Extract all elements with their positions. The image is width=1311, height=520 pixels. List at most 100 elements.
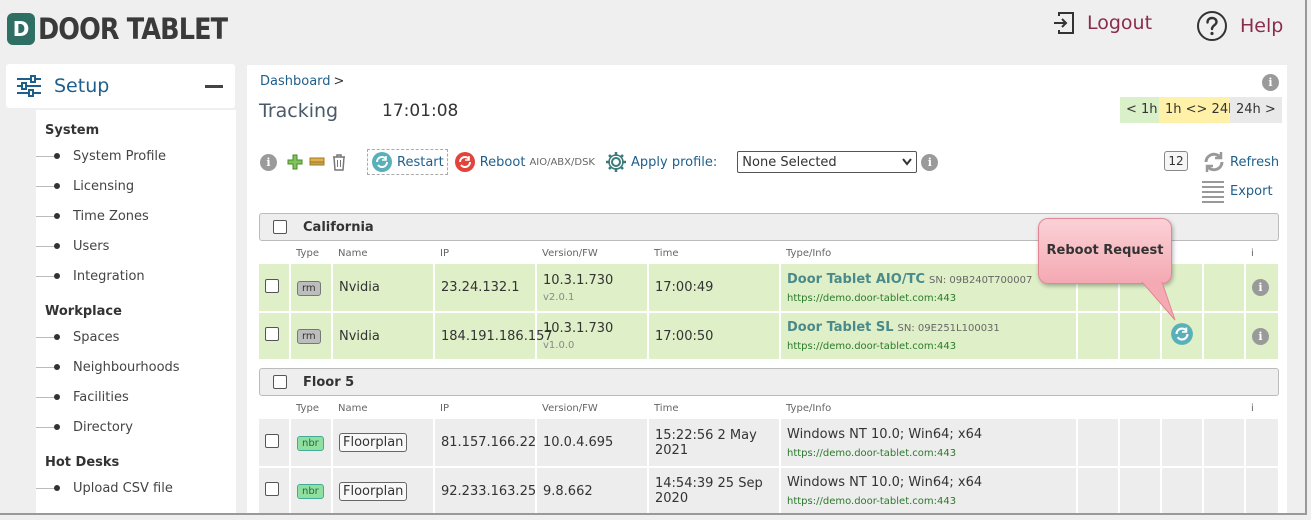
restart-icon <box>372 152 392 172</box>
row-checkbox[interactable] <box>265 433 279 448</box>
collapse-icon[interactable] <box>205 85 223 88</box>
sidebar-item-integration[interactable]: Integration <box>36 265 145 287</box>
logout-label: Logout <box>1087 12 1153 34</box>
app-window: D DOOR TABLET Logout Help Setup System S… <box>0 0 1307 515</box>
info-icon[interactable]: i <box>1262 74 1279 91</box>
refresh-button[interactable]: Refresh <box>1202 150 1279 174</box>
reboot-button[interactable]: Reboot AIO/ABX/DSK <box>454 151 595 173</box>
sidebar-item-directory[interactable]: Directory <box>36 416 133 438</box>
breadcrumb-dashboard[interactable]: Dashboard <box>260 74 331 89</box>
help-link[interactable]: Help <box>1196 10 1283 42</box>
sidebar: Setup System System Profile Licensing Ti… <box>0 62 240 513</box>
device-url[interactable]: https://demo.door-tablet.com:443 <box>787 293 1075 304</box>
device-time: 15:22:56 2 May 2021 <box>648 419 781 468</box>
toolbar-info-icon[interactable]: i <box>260 153 277 171</box>
device-os: Windows NT 10.0; Win64; x64 <box>787 475 983 490</box>
restart-button[interactable]: Restart <box>367 149 448 175</box>
callout-pointer <box>1141 282 1176 321</box>
toolbar: i Restart Reboot AIO/ABX/DSK Apply profi… <box>260 149 939 175</box>
range-under-1h[interactable]: < 1h <box>1120 97 1164 123</box>
section-hot-desks: Hot Desks <box>45 455 120 470</box>
row-info-icon[interactable]: i <box>1252 279 1269 296</box>
device-version: 10.0.4.695 <box>536 419 649 468</box>
device-model[interactable]: Door Tablet SL <box>787 320 894 335</box>
sidebar-item-facilities[interactable]: Facilities <box>36 386 129 408</box>
add-icon[interactable] <box>287 154 303 170</box>
logo-text: DOOR TABLET <box>38 12 228 46</box>
range-over-24h[interactable]: 24h > <box>1230 97 1282 123</box>
breadcrumb-separator: > <box>333 74 345 89</box>
group-checkbox[interactable] <box>273 220 287 234</box>
group-checkbox[interactable] <box>273 375 287 389</box>
device-fw: v1.0.0 <box>543 340 575 351</box>
trash-icon[interactable] <box>331 153 347 171</box>
group-header-floor-5[interactable]: Floor 5 <box>259 368 1279 396</box>
sidebar-item-spaces[interactable]: Spaces <box>36 326 119 348</box>
page-title: Tracking <box>259 100 339 122</box>
group-name: Floor 5 <box>303 374 355 390</box>
export-button[interactable]: Export <box>1202 179 1273 203</box>
device-url[interactable]: https://demo.door-tablet.com:443 <box>787 496 1075 507</box>
profile-info-icon[interactable]: i <box>921 153 939 171</box>
device-time: 14:54:39 25 Sep 2020 <box>648 467 781 513</box>
device-os: Windows NT 10.0; Win64; x64 <box>787 426 983 442</box>
refresh-icon <box>1204 152 1224 172</box>
device-fw: v2.0.1 <box>543 291 575 303</box>
type-badge: rm <box>297 280 321 296</box>
row-checkbox[interactable] <box>265 327 279 341</box>
sidebar-item-licensing[interactable]: Licensing <box>36 175 134 197</box>
device-ip: 184.191.186.157 <box>434 312 553 361</box>
sidebar-item-neighbourhoods[interactable]: Neighbourhoods <box>36 356 180 378</box>
sidebar-item-time-zones[interactable]: Time Zones <box>36 205 149 227</box>
device-count-badge: 12 <box>1164 151 1188 171</box>
group-name: California <box>303 219 374 235</box>
table-header: Type Name IP Version/FW Time Type/Info i <box>296 402 1254 414</box>
apply-profile-button[interactable]: Apply profile: <box>605 151 717 173</box>
device-table-floor-5: Type Name IP Version/FW Time Type/Info i nbr… <box>259 397 1280 513</box>
tag-icon[interactable] <box>309 156 325 168</box>
row-info-icon[interactable]: i <box>1252 327 1269 345</box>
sidebar-item-users[interactable]: Users <box>36 235 109 257</box>
device-ip: 23.24.132.1 <box>434 264 537 313</box>
device-name: Nvidia <box>332 312 435 361</box>
table-row[interactable]: rm Nvidia 184.191.186.157 10.3.1.730 v1.0… <box>259 312 1280 361</box>
clock: 17:01:08 <box>382 101 459 121</box>
device-name: Nvidia <box>332 264 435 313</box>
breadcrumb: Dashboard > <box>260 74 344 89</box>
device-name[interactable]: Floorplan <box>339 481 408 501</box>
reboot-request-icon[interactable] <box>1170 322 1194 346</box>
section-system: System <box>45 123 100 138</box>
device-time: 17:00:50 <box>648 312 781 361</box>
logout-icon <box>1054 12 1074 34</box>
type-badge: nbr <box>297 484 324 499</box>
logo-mark: D <box>7 13 35 45</box>
device-url[interactable]: https://demo.door-tablet.com:443 <box>787 448 1075 459</box>
export-icon <box>1202 181 1224 203</box>
profile-select[interactable]: None Selected <box>737 151 918 173</box>
device-version: 10.3.1.730 <box>543 321 614 336</box>
row-checkbox[interactable] <box>265 482 279 496</box>
device-model[interactable]: Door Tablet AIO/TC <box>787 272 925 287</box>
sidebar-item-system-profile[interactable]: System Profile <box>36 145 166 167</box>
device-url[interactable]: https://demo.door-tablet.com:443 <box>787 341 1075 352</box>
logout-link[interactable]: Logout <box>1053 10 1152 36</box>
main-panel: Dashboard > Tracking 17:01:08 i < 1h 1h <… <box>247 65 1287 513</box>
type-badge: nbr <box>297 435 324 451</box>
device-ip: 92.233.163.25 <box>434 467 537 513</box>
reboot-request-callout: Reboot Request <box>1038 218 1172 284</box>
table-row[interactable]: nbr Floorplan 92.233.163.25 9.8.662 14:5… <box>259 467 1280 513</box>
sliders-icon <box>17 75 41 97</box>
device-serial: SN: 09B240T700007 <box>928 274 1033 286</box>
device-name[interactable]: Floorplan <box>339 433 408 452</box>
sidebar-item-upload-csv[interactable]: Upload CSV file <box>36 477 173 499</box>
chevron-down-icon <box>902 158 913 166</box>
help-icon <box>1197 11 1227 41</box>
device-ip: 81.157.166.22 <box>434 419 537 468</box>
logo: D DOOR TABLET <box>7 12 253 46</box>
row-checkbox[interactable] <box>265 278 279 293</box>
table-row[interactable]: nbr Floorplan 81.157.166.22 10.0.4.695 1… <box>259 419 1280 468</box>
section-workplace: Workplace <box>45 304 122 319</box>
sidebar-menu: System System Profile Licensing Time Zon… <box>36 110 236 513</box>
help-label: Help <box>1240 15 1284 37</box>
setup-header[interactable]: Setup <box>6 64 235 108</box>
